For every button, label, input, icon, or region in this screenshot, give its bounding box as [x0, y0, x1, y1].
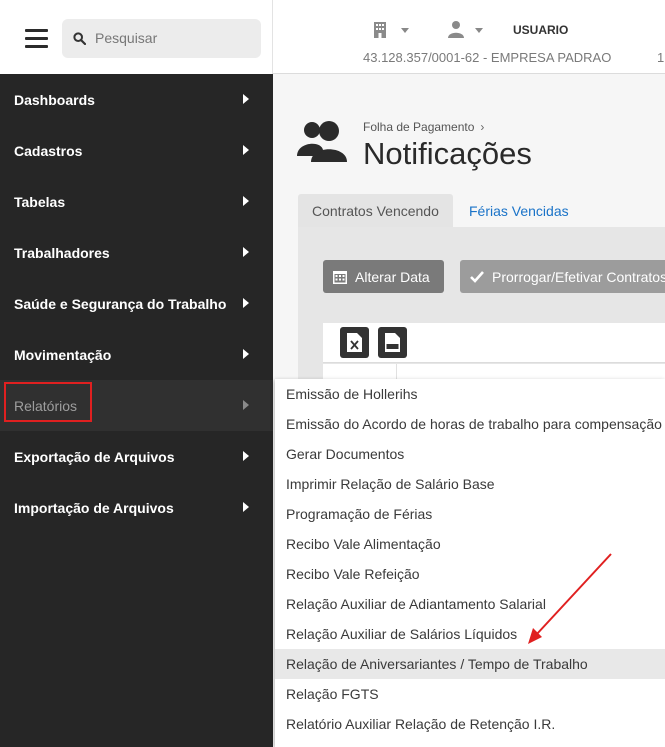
page-title: Notificações	[363, 136, 532, 171]
sidebar-item-relatorios[interactable]: Relatórios	[0, 380, 273, 431]
company-name: 43.128.357/0001-62 - EMPRESA PADRAO	[363, 50, 612, 65]
submenu-item[interactable]: Programação de Férias	[275, 499, 665, 529]
sidebar-item-label: Importação de Arquivos	[14, 499, 174, 516]
user-icon[interactable]	[447, 20, 465, 38]
tab-ferias-vencidas[interactable]: Férias Vencidas	[455, 194, 583, 227]
menu-icon[interactable]	[25, 29, 48, 49]
tab-contratos-vencendo[interactable]: Contratos Vencendo	[298, 194, 453, 227]
sidebar-item-exportacao[interactable]: Exportação de Arquivos	[0, 431, 273, 482]
submenu-item-aniversariantes[interactable]: Relação de Aniversariantes / Tempo de Tr…	[275, 649, 665, 679]
extend-contracts-button[interactable]: Prorrogar/Efetivar Contratos	[460, 260, 665, 293]
submenu-item[interactable]: Relação FGTS	[275, 679, 665, 709]
search-box[interactable]	[62, 19, 261, 58]
caret-down-icon[interactable]	[401, 28, 409, 33]
users-icon	[297, 121, 347, 162]
sidebar-item-label: Exportação de Arquivos	[14, 448, 175, 465]
chevron-right-icon: ›	[480, 120, 485, 134]
csv-file-icon	[385, 333, 400, 352]
sidebar-item-label: Dashboards	[14, 91, 95, 108]
chevron-right-icon	[243, 247, 249, 257]
submenu-item[interactable]: Recibo Vale Refeição	[275, 559, 665, 589]
submenu-item[interactable]: Recibo Vale Alimentação	[275, 529, 665, 559]
submenu-item[interactable]: Relação Auxiliar de Salários Líquidos	[275, 619, 665, 649]
chevron-right-icon	[243, 349, 249, 359]
sidebar: Dashboards Cadastros Tabelas Trabalhador…	[0, 0, 273, 747]
top-header: USUARIO 43.128.357/0001-62 - EMPRESA PAD…	[273, 0, 665, 74]
sidebar-top	[0, 0, 273, 74]
sidebar-item-label: Cadastros	[14, 142, 83, 159]
sidebar-item-dashboards[interactable]: Dashboards	[0, 74, 273, 125]
highlight-box	[4, 382, 92, 422]
export-toolbar	[323, 323, 665, 363]
calendar-icon	[333, 270, 347, 284]
sidebar-item-cadastros[interactable]: Cadastros	[0, 125, 273, 176]
chevron-right-icon	[243, 502, 249, 512]
relatorios-submenu: Emissão de Hollerihs Emissão do Acordo d…	[275, 379, 665, 747]
excel-file-icon	[347, 333, 362, 352]
caret-down-icon[interactable]	[475, 28, 483, 33]
sidebar-item-trabalhadores[interactable]: Trabalhadores	[0, 227, 273, 278]
sidebar-item-importacao[interactable]: Importação de Arquivos	[0, 482, 273, 533]
chevron-right-icon	[243, 145, 249, 155]
export-csv-button[interactable]	[378, 327, 407, 358]
extend-contracts-label: Prorrogar/Efetivar Contratos	[492, 268, 665, 285]
sidebar-item-label: Tabelas	[14, 193, 66, 210]
chevron-right-icon	[243, 94, 249, 104]
chevron-right-icon	[243, 400, 249, 410]
export-excel-button[interactable]	[340, 327, 369, 358]
sidebar-item-label: Movimentação	[14, 346, 112, 363]
submenu-item[interactable]: Imprimir Relação de Salário Base	[275, 469, 665, 499]
submenu-item[interactable]: Emissão de Hollerihs	[275, 379, 665, 409]
sidebar-item-tabelas[interactable]: Tabelas	[0, 176, 273, 227]
search-input[interactable]	[95, 27, 255, 49]
change-date-button[interactable]: Alterar Data	[323, 260, 444, 293]
username[interactable]: USUARIO	[513, 23, 568, 37]
breadcrumb: Folha de Pagamento ›	[363, 120, 484, 134]
check-icon	[470, 270, 484, 283]
sidebar-item-label: Trabalhadores	[14, 244, 110, 261]
change-date-label: Alterar Data	[355, 268, 430, 285]
submenu-item[interactable]: Emissão do Acordo de horas de trabalho p…	[275, 409, 665, 439]
submenu-item[interactable]: Relação Auxiliar de Adiantamento Salaria…	[275, 589, 665, 619]
submenu-item[interactable]: Gerar Documentos	[275, 439, 665, 469]
search-icon	[73, 32, 86, 45]
chevron-right-icon	[243, 298, 249, 308]
breadcrumb-item[interactable]: Folha de Pagamento	[363, 120, 474, 134]
chevron-right-icon	[243, 451, 249, 461]
company-extra: 1	[657, 50, 665, 65]
submenu-item[interactable]: Relatório Auxiliar Relação de Retenção I…	[275, 709, 665, 739]
chevron-right-icon	[243, 196, 249, 206]
sidebar-item-label: Saúde e Segurança do Trabalho	[14, 295, 227, 312]
sidebar-item-saude-seguranca[interactable]: Saúde e Segurança do Trabalho	[0, 278, 273, 329]
sidebar-item-movimentacao[interactable]: Movimentação	[0, 329, 273, 380]
building-icon[interactable]	[374, 22, 386, 38]
